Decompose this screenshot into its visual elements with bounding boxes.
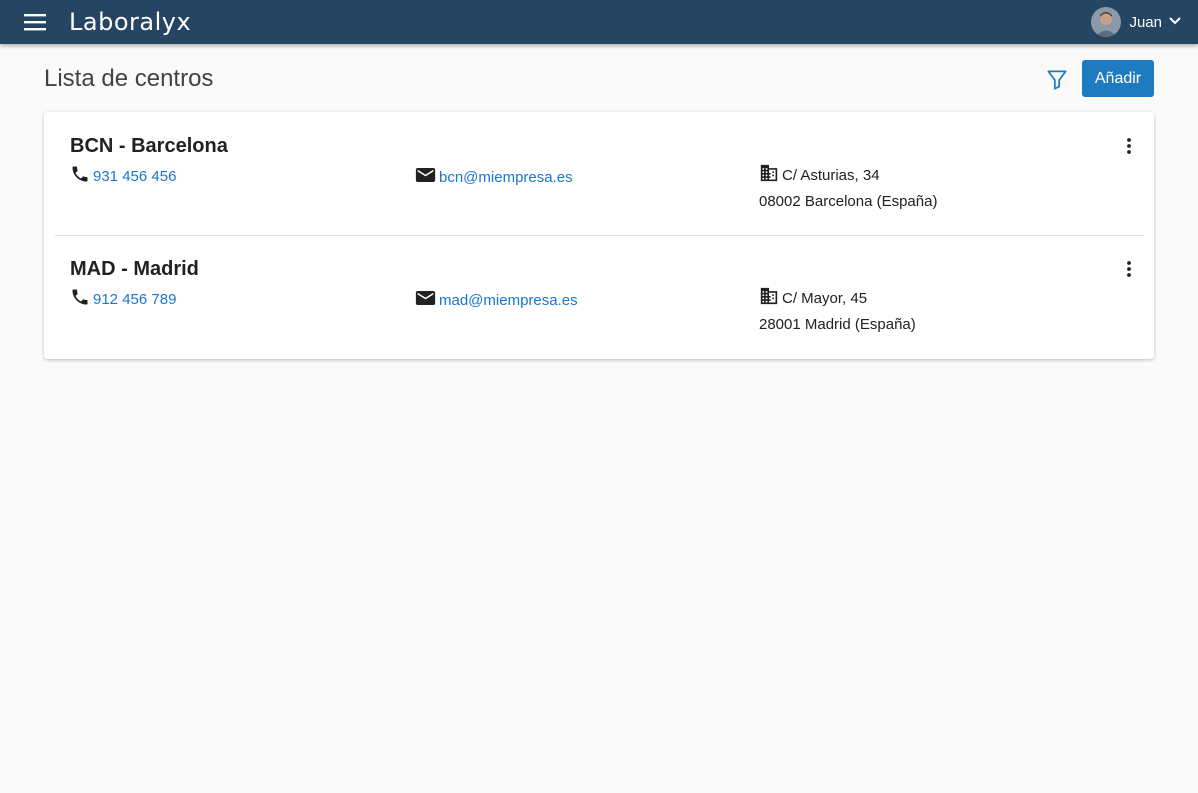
phone-icon [70, 164, 93, 189]
center-address: C/ Mayor, 45 28001 Madrid (España) [759, 287, 916, 333]
email-link[interactable]: mad@miempresa.es [439, 292, 578, 309]
list-item: MAD - Madrid 912 456 789 mad@miempresa.e… [44, 235, 1154, 358]
center-phone: 931 456 456 [70, 164, 176, 189]
user-name: Juan [1129, 13, 1162, 31]
building-icon [759, 287, 782, 309]
center-email: mad@miempresa.es [415, 289, 578, 312]
center-email: bcn@miempresa.es [415, 166, 573, 189]
building-icon [759, 164, 782, 186]
chevron-down-icon [1168, 13, 1182, 32]
filter-icon[interactable] [1044, 66, 1070, 92]
mail-icon [415, 289, 439, 312]
app-logo[interactable]: Laboralyx [69, 8, 191, 36]
address-line1: C/ Mayor, 45 [782, 289, 868, 307]
center-name: BCN - Barcelona [70, 135, 228, 157]
more-vert-icon[interactable] [1120, 136, 1138, 156]
user-menu[interactable]: Juan [1091, 7, 1182, 37]
menu-icon[interactable] [22, 11, 48, 33]
center-address: C/ Asturias, 34 08002 Barcelona (España) [759, 164, 937, 210]
center-name: MAD - Madrid [70, 258, 199, 280]
address-line2: 08002 Barcelona (España) [759, 193, 938, 210]
more-vert-icon[interactable] [1120, 259, 1138, 279]
phone-icon [70, 287, 93, 312]
phone-link[interactable]: 912 456 789 [93, 291, 176, 308]
address-line2: 28001 Madrid (España) [759, 316, 916, 333]
page-title: Lista de centros [44, 65, 214, 92]
avatar [1091, 7, 1122, 37]
address-line1: C/ Asturias, 34 [782, 166, 880, 184]
phone-link[interactable]: 931 456 456 [93, 168, 176, 185]
center-phone: 912 456 789 [70, 287, 176, 312]
centers-list: BCN - Barcelona 931 456 456 bcn@miempres… [44, 112, 1154, 359]
email-link[interactable]: bcn@miempresa.es [439, 169, 573, 186]
mail-icon [415, 166, 439, 189]
add-button[interactable]: Añadir [1082, 60, 1154, 97]
list-item: BCN - Barcelona 931 456 456 bcn@miempres… [44, 112, 1154, 235]
top-app-bar: Laboralyx Juan [0, 0, 1198, 44]
